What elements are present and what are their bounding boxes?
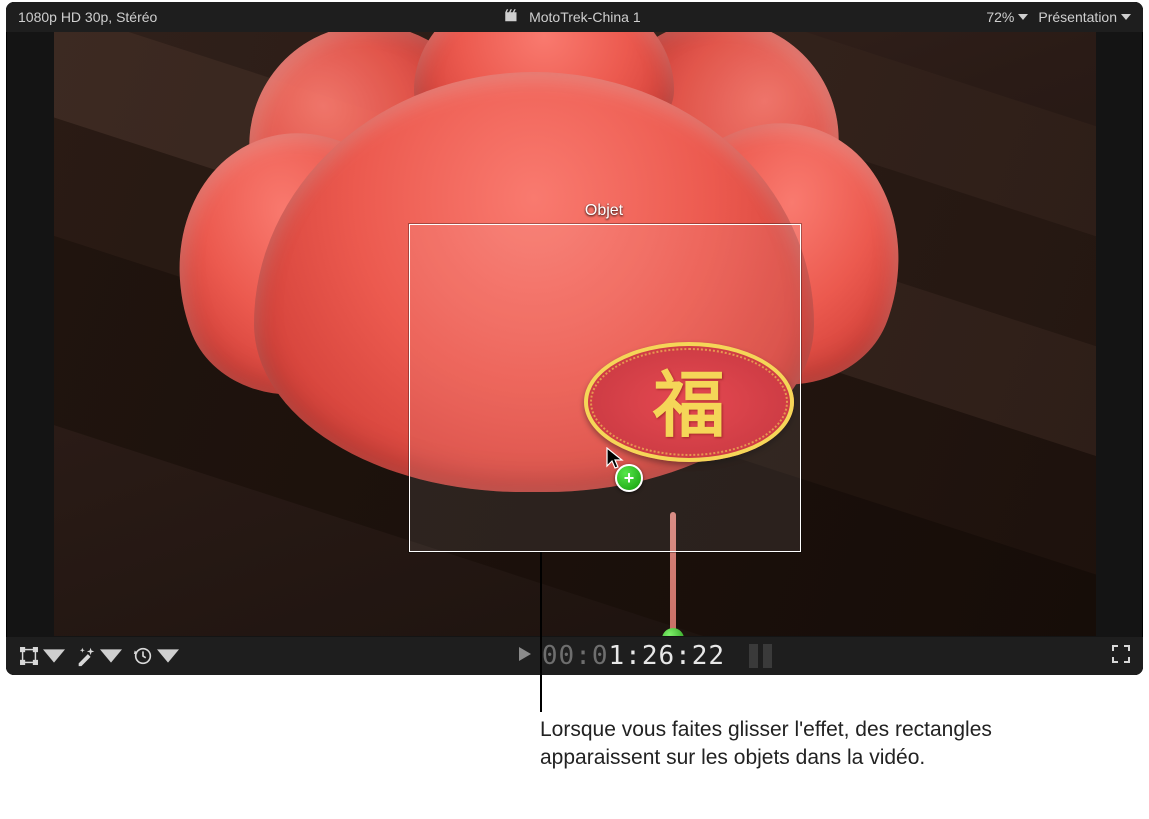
add-plus-badge: + (615, 464, 643, 492)
chevron-down-icon (43, 645, 65, 667)
audio-meter (749, 644, 772, 668)
chevron-down-icon (1018, 14, 1028, 20)
play-button[interactable] (518, 647, 532, 665)
transform-tool[interactable] (18, 645, 65, 667)
fullscreen-button[interactable] (1111, 644, 1131, 668)
timecode-dim: 00:0 (542, 641, 609, 671)
clapper-icon (503, 7, 521, 28)
timecode-bright: 1:26:22 (609, 641, 726, 671)
view-dropdown[interactable]: Présentation (1038, 9, 1131, 25)
viewer-topbar: 1080p HD 30p, Stéréo MotoTrek-China 1 72… (6, 2, 1143, 32)
project-title: MotoTrek-China 1 (529, 9, 641, 25)
chevron-down-icon (100, 645, 122, 667)
tracking-label: Objet (409, 202, 799, 220)
tassel-bead (662, 628, 684, 636)
timecode-display[interactable]: 00:01:26:22 (542, 641, 725, 671)
plus-glyph: + (624, 469, 635, 487)
chevron-down-icon (1121, 14, 1131, 20)
retime-tool[interactable] (132, 645, 179, 667)
zoom-value: 72% (986, 9, 1014, 25)
callout-caption: Lorsque vous faites glisser l'effet, des… (540, 716, 1040, 773)
enhance-tool[interactable] (75, 645, 122, 667)
view-label: Présentation (1038, 9, 1117, 25)
viewer-canvas[interactable]: 福 Objet + (54, 32, 1096, 636)
viewer-bottombar: 00:01:26:22 (6, 637, 1143, 675)
tracking-rectangle[interactable] (409, 224, 801, 552)
chevron-down-icon (157, 645, 179, 667)
viewer-panel: 1080p HD 30p, Stéréo MotoTrek-China 1 72… (6, 2, 1143, 675)
zoom-dropdown[interactable]: 72% (986, 9, 1028, 25)
callout-line (540, 552, 542, 712)
format-label: 1080p HD 30p, Stéréo (18, 9, 157, 25)
